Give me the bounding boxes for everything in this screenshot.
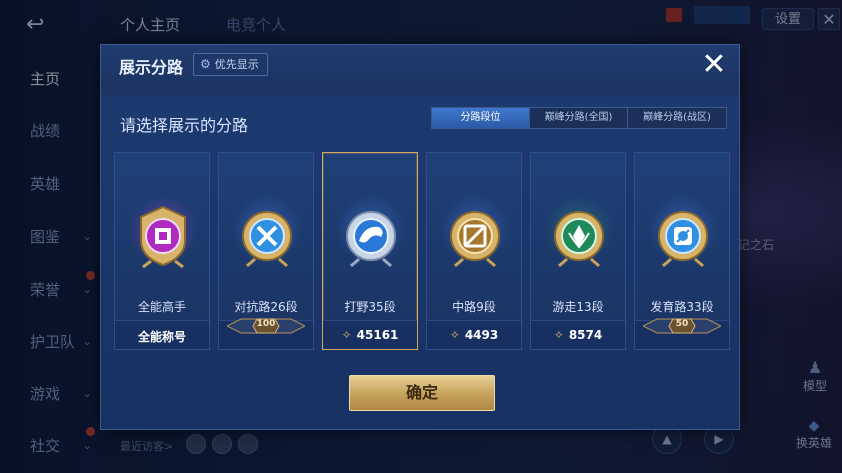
lane-display-dialog: 展示分路 ⚙ 优先显示 ✕ 请选择展示的分路 分路段位 巅峰分路(全国) 巅峰分路… bbox=[100, 44, 740, 430]
lane-card-roam[interactable]: 游走13段 ✧ 8574 bbox=[530, 152, 626, 350]
farm-lane-emblem-icon bbox=[658, 211, 708, 268]
lane-card-farm[interactable]: 发育路33段 50 bbox=[634, 152, 730, 350]
card-footer: 100 bbox=[219, 318, 313, 349]
lane-label: 全能高手 bbox=[137, 300, 186, 314]
title-text: 全能称号 bbox=[137, 330, 186, 344]
dialog-title: 展示分路 bbox=[119, 58, 184, 77]
power-icon: ✧ bbox=[553, 328, 564, 342]
close-button[interactable]: ✕ bbox=[697, 49, 731, 83]
score-text: 8574 bbox=[568, 328, 603, 342]
clash-lane-emblem-icon bbox=[242, 211, 292, 268]
jungle-emblem-icon bbox=[346, 211, 396, 268]
score-text: 45161 bbox=[356, 328, 399, 342]
confirm-button[interactable]: 确定 bbox=[349, 375, 495, 411]
dialog-subtitle: 请选择展示的分路 bbox=[120, 116, 249, 135]
gear-icon: ⚙ bbox=[200, 57, 211, 71]
card-footer: ✧ 4493 bbox=[427, 320, 521, 349]
power-icon: ✧ bbox=[341, 328, 352, 342]
lane-card-jungle[interactable]: 打野35段 ✧ 45161 bbox=[322, 152, 418, 350]
lane-label: 发育路33段 bbox=[650, 300, 714, 314]
lane-label: 打野35段 bbox=[344, 300, 396, 314]
lane-card-clash[interactable]: 对抗路26段 100 bbox=[218, 152, 314, 350]
stars-count: 100 bbox=[256, 319, 276, 329]
card-footer: 全能称号 bbox=[115, 320, 209, 349]
lane-card-mid[interactable]: 中路9段 ✧ 4493 bbox=[426, 152, 522, 350]
lane-label: 游走13段 bbox=[552, 300, 604, 314]
score-text: 4493 bbox=[464, 328, 499, 342]
score-value: ✧ 45161 bbox=[323, 328, 417, 342]
close-icon: ✕ bbox=[701, 47, 727, 82]
stars-count: 50 bbox=[675, 319, 689, 329]
mid-lane-emblem-icon bbox=[450, 211, 500, 268]
roam-emblem-icon bbox=[554, 211, 604, 268]
tab-peak-region[interactable]: 巅峰分路(战区) bbox=[628, 108, 726, 128]
card-footer: 50 bbox=[635, 318, 729, 349]
card-footer: ✧ 8574 bbox=[531, 320, 625, 349]
power-icon: ✧ bbox=[449, 328, 460, 342]
card-footer: ✧ 45161 bbox=[323, 320, 417, 349]
tab-lane-rank[interactable]: 分路段位 bbox=[432, 108, 530, 128]
score-value: ✧ 4493 bbox=[427, 328, 521, 342]
lane-label: 中路9段 bbox=[452, 300, 496, 314]
tab-peak-national[interactable]: 巅峰分路(全国) bbox=[530, 108, 628, 128]
lane-label: 对抗路26段 bbox=[234, 300, 298, 314]
lane-type-tabs: 分路段位 巅峰分路(全国) 巅峰分路(战区) bbox=[431, 107, 727, 129]
dialog-header: 展示分路 ⚙ 优先显示 ✕ bbox=[101, 45, 739, 89]
priority-display-button[interactable]: ⚙ 优先显示 bbox=[193, 53, 268, 76]
priority-label: 优先显示 bbox=[214, 58, 259, 71]
score-value: ✧ 8574 bbox=[531, 328, 625, 342]
all-round-emblem-icon bbox=[140, 205, 186, 269]
lane-card-all-round[interactable]: 全能高手 全能称号 bbox=[114, 152, 210, 350]
dialog-body: 请选择展示的分路 分路段位 巅峰分路(全国) 巅峰分路(战区) 全能高手 全能称… bbox=[102, 97, 738, 429]
